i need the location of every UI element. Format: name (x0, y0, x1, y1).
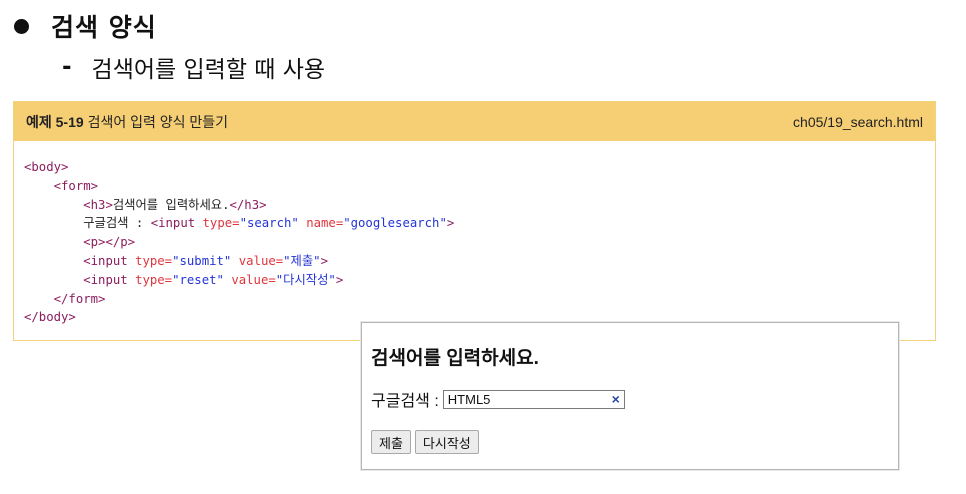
code-reset-tag: <input (83, 272, 136, 287)
code-submit-end: > (320, 253, 328, 268)
result-heading: 검색어를 입력하세요. (371, 348, 539, 369)
button-row: 제출 다시작성 (371, 430, 479, 454)
code-reset-valueval: "다시작성" (275, 272, 336, 287)
code-listing: <body> <form> <h3>검색어를 입력하세요.</h3> 구글검색 … (24, 158, 454, 327)
slide-heading: 검색 양식 (14, 8, 157, 44)
browser-result: 검색어를 입력하세요. 구글검색 : HTML5 × 제출 다시작성 (361, 322, 899, 470)
search-label: 구글검색 : (371, 393, 439, 410)
code-line-8: </form> (53, 291, 106, 306)
code-reset-type: type= (135, 272, 173, 287)
example-label: 예제 5-19 (26, 113, 84, 130)
dash-icon: - (62, 54, 72, 80)
code-submit-valueval: "제출" (283, 253, 321, 268)
code-val-search: "search" (239, 216, 299, 231)
example-header: 예제 5-19 검색어 입력 양식 만들기 ch05/19_search.htm… (14, 102, 935, 141)
heading-text: 검색 양식 (51, 13, 157, 42)
code-input-end: > (446, 216, 455, 231)
example-filename: ch05/19_search.html (793, 113, 923, 130)
example-box: 예제 5-19 검색어 입력 양식 만들기 ch05/19_search.htm… (13, 101, 936, 341)
code-attr-name: name= (298, 216, 344, 231)
code-attr-type: type= (202, 216, 240, 231)
subpoint-text: 검색어를 입력할 때 사용 (91, 57, 326, 83)
search-row: 구글검색 : HTML5 × (371, 387, 625, 411)
code-h3-open: <h3> (83, 197, 113, 212)
code-line-2: <form> (53, 178, 99, 193)
code-submit-type: type= (135, 253, 173, 268)
example-title: 예제 5-19 검색어 입력 양식 만들기 (26, 112, 228, 132)
code-reset-end: > (335, 272, 344, 287)
code-submit-tag: <input (83, 253, 136, 268)
code-reset-typeval: "reset" (172, 272, 224, 287)
code-h3-close: </h3> (229, 197, 267, 212)
code-line-5: <p></p> (83, 235, 136, 250)
code-submit-value: value= (231, 253, 284, 268)
reset-button[interactable]: 다시작성 (414, 430, 479, 454)
code-line-1: <body> (24, 160, 69, 174)
search-input-value: HTML5 (447, 391, 491, 407)
example-title-text: 검색어 입력 양식 만들기 (87, 113, 229, 130)
bullet-icon (14, 18, 29, 34)
code-reset-value: value= (223, 272, 276, 287)
code-submit-typeval: "submit" (172, 253, 232, 268)
submit-button[interactable]: 제출 (371, 430, 411, 454)
subpoint: - 검색어를 입력할 때 사용 (62, 50, 325, 84)
code-h3-text: 검색어를 입력하세요. (112, 197, 230, 212)
clear-icon[interactable]: × (612, 391, 620, 407)
code-val-name: "googlesearch" (343, 216, 447, 231)
search-input[interactable]: HTML5 × (442, 389, 625, 409)
code-input-tag: <input (150, 216, 203, 231)
code-search-label: 구글검색 : (83, 216, 151, 231)
code-line-9: </body> (24, 310, 76, 325)
